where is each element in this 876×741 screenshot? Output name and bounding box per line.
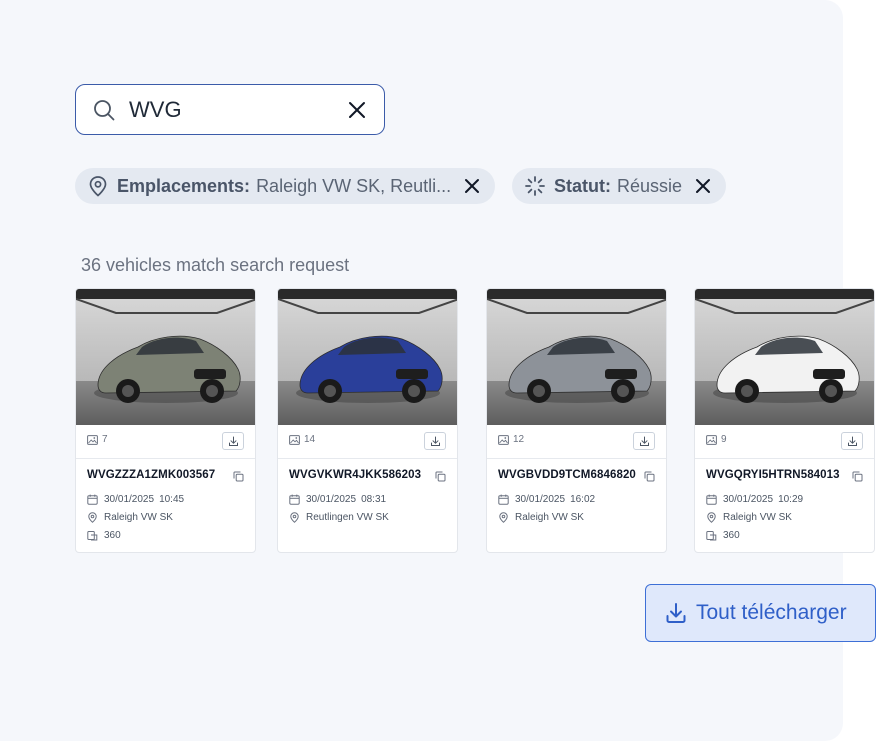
- download-icon: [639, 436, 649, 446]
- calendar-icon: [706, 494, 717, 505]
- capture-time: 10:29: [778, 494, 804, 505]
- location-pin-icon: [499, 512, 508, 523]
- download-button[interactable]: [633, 432, 655, 450]
- spin-label: 360: [104, 530, 121, 541]
- filter-label: Emplacements:: [117, 175, 251, 196]
- rotate-360-icon: [706, 531, 717, 541]
- vehicle-card[interactable]: 14 WVGVKWR4JKK586203 30/01/2025 08:31 Re…: [277, 288, 458, 553]
- rotate-360-icon: [87, 531, 98, 541]
- card-meta-bar: 12: [487, 425, 666, 459]
- download-all-button[interactable]: Tout télécharger: [645, 584, 876, 642]
- image-icon: [498, 434, 509, 445]
- card-meta-bar: 9: [695, 425, 874, 459]
- download-button[interactable]: [424, 432, 446, 450]
- card-meta-bar: 14: [278, 425, 457, 459]
- filter-label: Statut:: [554, 175, 611, 196]
- image-count: 12: [498, 434, 524, 445]
- image-icon: [87, 434, 98, 445]
- download-icon: [666, 603, 686, 623]
- vehicle-photo[interactable]: [76, 289, 256, 425]
- filter-value: Raleigh VW SK, Reutli...: [256, 175, 452, 196]
- location-name: Raleigh VW SK: [104, 512, 173, 523]
- image-icon: [289, 434, 300, 445]
- capture-time: 16:02: [570, 494, 596, 505]
- image-count-value: 14: [304, 434, 316, 445]
- close-icon[interactable]: [348, 101, 366, 119]
- copy-icon[interactable]: [435, 471, 446, 482]
- close-icon[interactable]: [694, 177, 712, 195]
- capture-date-row: 30/01/2025 16:02: [498, 494, 595, 505]
- vehicle-vin: WVGZZZA1ZMK003567: [87, 469, 216, 481]
- capture-time: 10:45: [159, 494, 185, 505]
- filter-value: Réussie: [617, 175, 683, 196]
- image-count: 9: [706, 434, 727, 445]
- vehicle-photo[interactable]: [695, 289, 875, 425]
- location-pin-icon: [89, 176, 107, 197]
- image-count-value: 7: [102, 434, 108, 445]
- vehicle-vin: WVGBVDD9TCM6846820: [498, 469, 636, 481]
- location-row: Raleigh VW SK: [706, 512, 792, 523]
- calendar-icon: [498, 494, 509, 505]
- download-icon: [228, 436, 238, 446]
- location-pin-icon: [707, 512, 716, 523]
- capture-date: 30/01/2025: [723, 494, 774, 505]
- copy-icon[interactable]: [852, 471, 863, 482]
- capture-date-row: 30/01/2025 10:29: [706, 494, 803, 505]
- download-button[interactable]: [222, 432, 244, 450]
- copy-icon[interactable]: [233, 471, 244, 482]
- download-all-label: Tout télécharger: [696, 601, 847, 624]
- location-name: Raleigh VW SK: [515, 512, 584, 523]
- search-value[interactable]: WVG: [129, 97, 182, 123]
- image-count: 7: [87, 434, 108, 445]
- loading-spinner-icon: [525, 176, 545, 196]
- capture-date-row: 30/01/2025 10:45: [87, 494, 184, 505]
- filter-chip-status[interactable]: Statut: Réussie: [512, 168, 726, 204]
- image-icon: [706, 434, 717, 445]
- capture-date: 30/01/2025: [306, 494, 357, 505]
- filter-chip-locations[interactable]: Emplacements: Raleigh VW SK, Reutli...: [75, 168, 495, 204]
- search-icon: [94, 100, 115, 121]
- card-meta-bar: 7: [76, 425, 255, 459]
- location-name: Reutlingen VW SK: [306, 512, 389, 523]
- capture-time: 08:31: [361, 494, 387, 505]
- capture-date: 30/01/2025: [104, 494, 155, 505]
- capture-date: 30/01/2025: [515, 494, 566, 505]
- location-pin-icon: [290, 512, 299, 523]
- vehicle-vin: WVGQRYI5HTRN584013: [706, 469, 840, 481]
- vehicle-photo[interactable]: [487, 289, 667, 425]
- spin-row: 360: [87, 530, 121, 541]
- vehicle-card[interactable]: 7 WVGZZZA1ZMK003567 30/01/2025 10:45 Ral…: [75, 288, 256, 553]
- capture-date-row: 30/01/2025 08:31: [289, 494, 386, 505]
- calendar-icon: [87, 494, 98, 505]
- location-row: Raleigh VW SK: [87, 512, 173, 523]
- location-pin-icon: [88, 512, 97, 523]
- copy-icon[interactable]: [644, 471, 655, 482]
- image-count-value: 9: [721, 434, 727, 445]
- calendar-icon: [289, 494, 300, 505]
- vehicle-photo[interactable]: [278, 289, 458, 425]
- location-row: Raleigh VW SK: [498, 512, 584, 523]
- download-icon: [847, 436, 857, 446]
- results-count: 36 vehicles match search request: [81, 255, 350, 275]
- vehicle-card[interactable]: 9 WVGQRYI5HTRN584013 30/01/2025 10:29 Ra…: [694, 288, 875, 553]
- vehicle-vin: WVGVKWR4JKK586203: [289, 469, 422, 481]
- location-row: Reutlingen VW SK: [289, 512, 389, 523]
- vehicle-card[interactable]: 12 WVGBVDD9TCM6846820 30/01/2025 16:02 R…: [486, 288, 667, 553]
- search-input[interactable]: WVG: [75, 84, 385, 135]
- image-count-value: 12: [513, 434, 525, 445]
- spin-label: 360: [723, 530, 740, 541]
- close-icon[interactable]: [463, 177, 481, 195]
- location-name: Raleigh VW SK: [723, 512, 792, 523]
- spin-row: 360: [706, 530, 740, 541]
- image-count: 14: [289, 434, 315, 445]
- download-button[interactable]: [841, 432, 863, 450]
- download-icon: [430, 436, 440, 446]
